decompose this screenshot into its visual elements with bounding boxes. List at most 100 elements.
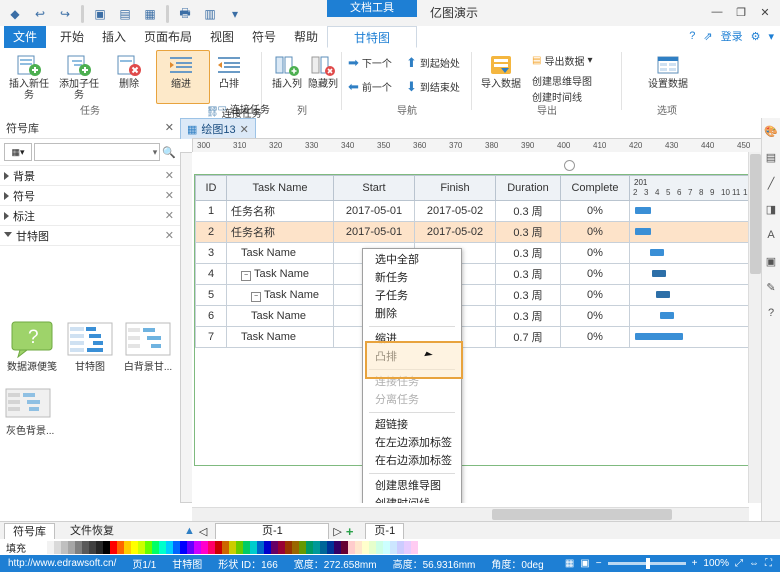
- palette-swatch[interactable]: [257, 541, 264, 554]
- app-menu-icon[interactable]: ◆: [4, 3, 26, 25]
- palette-swatch[interactable]: [103, 541, 110, 554]
- palette-swatch[interactable]: [75, 541, 82, 554]
- context-menu-item[interactable]: 在右边添加标签: [363, 452, 461, 470]
- palette-swatch[interactable]: [264, 541, 271, 554]
- collapse-toggle-icon[interactable]: −: [251, 292, 261, 302]
- status-url[interactable]: http://www.edrawsoft.cn/: [0, 558, 124, 569]
- collapse-arrow-icon-gantt[interactable]: [4, 232, 12, 241]
- palette-swatch[interactable]: [397, 541, 404, 554]
- page-first-icon[interactable]: ◁: [199, 525, 207, 538]
- page-nav-up-icon[interactable]: ▲: [184, 525, 195, 537]
- chevron-down-icon-search[interactable]: ▾: [153, 147, 158, 158]
- table-row[interactable]: 1任务名称2017-05-012017-05-020.3 周0%: [196, 201, 763, 222]
- context-menu-item[interactable]: 新任务: [363, 269, 461, 287]
- palette-swatch[interactable]: [250, 541, 257, 554]
- palette-swatch[interactable]: [208, 541, 215, 554]
- shadow-icon[interactable]: ◨: [762, 196, 780, 222]
- palette-swatch[interactable]: [173, 541, 180, 554]
- library-close-icon[interactable]: ✕: [165, 121, 174, 134]
- palette-swatch[interactable]: [138, 541, 145, 554]
- palette-swatch[interactable]: [313, 541, 320, 554]
- drawing-sheet[interactable]: ID Task Name Start Finish Duration Compl…: [192, 152, 762, 503]
- gantt-bar[interactable]: [635, 207, 651, 214]
- shape-data-source-note[interactable]: ? 数据源便笺: [4, 320, 60, 373]
- palette-swatch[interactable]: [236, 541, 243, 554]
- ribbon-import-data-button[interactable]: 导入数据: [476, 51, 526, 101]
- context-menu-item[interactable]: 选中全部: [363, 251, 461, 269]
- palette-swatches[interactable]: [40, 541, 418, 554]
- chevron-down-icon-export[interactable]: ▾: [587, 55, 592, 66]
- palette-swatch[interactable]: [47, 541, 54, 554]
- context-menu-item[interactable]: 子任务: [363, 287, 461, 305]
- expand-arrow-icon-background[interactable]: [4, 172, 9, 180]
- palette-swatch[interactable]: [341, 541, 348, 554]
- page-view-icon[interactable]: ▣: [580, 558, 589, 569]
- share-icon[interactable]: ⇗: [703, 30, 712, 43]
- ribbon-export-data-button[interactable]: ▤ 导出数据 ▾: [532, 52, 592, 69]
- zoom-slider[interactable]: [608, 562, 686, 565]
- table-row[interactable]: 2任务名称2017-05-012017-05-020.3 周0%: [196, 222, 763, 243]
- context-menu-item[interactable]: 删除: [363, 305, 461, 323]
- undo-icon[interactable]: ↩: [29, 3, 51, 25]
- library-section-symbols[interactable]: 符号 ✕: [0, 186, 180, 206]
- ribbon-add-subtask-button[interactable]: 添加子任务: [56, 51, 102, 101]
- tab-file-recovery[interactable]: 文件恢复: [62, 523, 122, 539]
- tab-home[interactable]: 开始: [50, 26, 94, 48]
- collapse-toggle-icon[interactable]: −: [241, 271, 251, 281]
- palette-swatch[interactable]: [117, 541, 124, 554]
- horizontal-scrollbar[interactable]: [192, 507, 749, 521]
- vertical-scroll-thumb[interactable]: [750, 154, 761, 274]
- expand-arrow-icon-symbols[interactable]: [4, 192, 9, 200]
- gear-icon[interactable]: ⚙: [751, 30, 761, 43]
- shape-white-bg-gantt[interactable]: 白背景甘...: [119, 320, 177, 373]
- palette-swatch[interactable]: [383, 541, 390, 554]
- line-icon[interactable]: ╱: [762, 170, 780, 196]
- print-icon[interactable]: 🖶: [174, 3, 196, 25]
- redo-icon[interactable]: ↪: [54, 3, 76, 25]
- tab-symbols[interactable]: 符号: [242, 26, 286, 48]
- palette-swatch[interactable]: [159, 541, 166, 554]
- full-screen-icon[interactable]: ⛶: [765, 558, 772, 569]
- tab-view[interactable]: 视图: [200, 26, 244, 48]
- page-tab-1[interactable]: 页-1: [365, 523, 404, 540]
- help-dock-icon[interactable]: ?: [762, 300, 780, 326]
- shape-gantt-chart[interactable]: 甘特图: [62, 320, 118, 373]
- open-icon[interactable]: ▤: [114, 3, 136, 25]
- palette-swatch[interactable]: [145, 541, 152, 554]
- fit-width-icon[interactable]: ⇔: [749, 558, 759, 569]
- palette-swatch[interactable]: [180, 541, 187, 554]
- save-icon[interactable]: ▦: [139, 3, 161, 25]
- ribbon-goto-end-button[interactable]: ⬇ 到结束处: [406, 78, 460, 95]
- page-selector[interactable]: 页-1: [215, 523, 329, 540]
- context-menu-item[interactable]: 超链接: [363, 416, 461, 434]
- fit-page-icon[interactable]: ⤢: [735, 558, 743, 569]
- table-row[interactable]: 4−Task Name200.3 周0%: [196, 264, 763, 285]
- palette-swatch[interactable]: [131, 541, 138, 554]
- tab-help[interactable]: 帮助: [284, 26, 328, 48]
- fill-icon[interactable]: ▤: [762, 144, 780, 170]
- search-icon[interactable]: 🔍: [162, 146, 176, 159]
- new-icon[interactable]: ▣: [89, 3, 111, 25]
- close-icon-background[interactable]: ✕: [165, 169, 174, 182]
- palette-swatch[interactable]: [110, 541, 117, 554]
- palette-swatch[interactable]: [54, 541, 61, 554]
- grid-view-icon[interactable]: ▦: [565, 558, 574, 569]
- library-filter-dropdown[interactable]: ▦▾: [4, 143, 32, 161]
- tab-page-layout[interactable]: 页面布局: [134, 26, 202, 48]
- expand-arrow-icon-callouts[interactable]: [4, 212, 9, 220]
- chevron-down-icon[interactable]: ▾: [768, 30, 774, 43]
- ribbon-outdent-button[interactable]: 凸排: [206, 51, 252, 101]
- document-tab[interactable]: ▦ 绘图13 ✕: [180, 118, 256, 139]
- horizontal-scroll-thumb[interactable]: [492, 509, 672, 520]
- palette-swatch[interactable]: [411, 541, 418, 554]
- palette-swatch[interactable]: [285, 541, 292, 554]
- library-section-background[interactable]: 背景 ✕: [0, 166, 180, 186]
- export-icon[interactable]: ▥: [199, 3, 221, 25]
- palette-swatch[interactable]: [40, 541, 47, 554]
- tab-gantt[interactable]: 甘特图: [327, 26, 417, 48]
- shape-gray-bg-gantt[interactable]: 灰色背景...: [4, 384, 70, 437]
- document-tab-close-icon[interactable]: ✕: [240, 123, 249, 136]
- close-icon-callouts[interactable]: ✕: [165, 209, 174, 222]
- palette-swatch[interactable]: [215, 541, 222, 554]
- table-row[interactable]: 3Task Name200.3 周0%: [196, 243, 763, 264]
